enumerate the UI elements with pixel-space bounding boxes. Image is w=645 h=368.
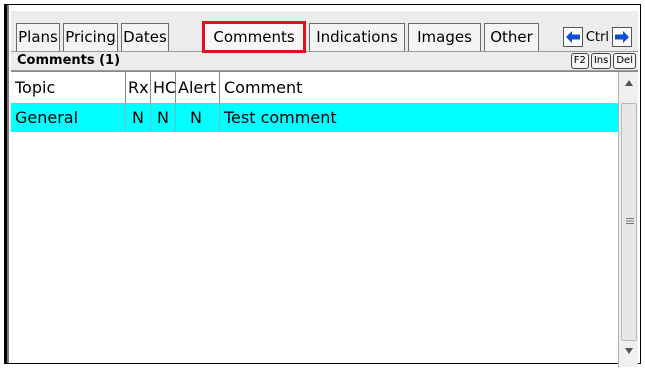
column-header-topic[interactable]: Topic — [11, 72, 126, 103]
ctrl-tab-navigation: Ctrl — [562, 25, 632, 49]
previous-tab-button[interactable] — [562, 27, 583, 47]
tab-images[interactable]: Images — [408, 23, 481, 51]
column-header-rx[interactable]: Rx — [126, 72, 151, 103]
cell-comment: Test comment — [224, 108, 337, 127]
insert-key[interactable]: Ins — [590, 53, 612, 69]
section-title: Comments (1) — [17, 53, 121, 68]
section-header: Comments (1) F2 Ins Del — [11, 51, 638, 71]
scroll-up-button[interactable] — [619, 76, 638, 95]
tab-dates[interactable]: Dates — [121, 23, 169, 51]
vertical-scrollbar[interactable] — [618, 72, 638, 367]
tab-dates-label: Dates — [123, 28, 167, 46]
tab-other-label: Other — [490, 28, 533, 46]
column-header-alert[interactable]: Alert — [176, 72, 220, 103]
tab-plans[interactable]: Plans — [16, 23, 60, 51]
left-arrow-icon — [565, 31, 580, 43]
tab-indications[interactable]: Indications — [309, 23, 405, 51]
tab-other[interactable]: Other — [484, 23, 539, 51]
scroll-up-icon — [624, 80, 633, 86]
scroll-grip-icon — [626, 218, 634, 224]
cell-hc: N — [151, 103, 176, 132]
comments-panel: Plans Pricing Dates Comments Indications… — [4, 4, 641, 367]
cell-topic: General — [11, 103, 126, 132]
tab-images-label: Images — [417, 28, 472, 46]
column-header-comment[interactable]: Comment — [220, 72, 618, 103]
shortcut-keys: F2 Ins Del — [570, 53, 636, 69]
tab-comments[interactable]: Comments — [202, 21, 306, 53]
comments-grid: Topic Rx HC Alert Comment General N N N … — [11, 71, 638, 367]
tab-indications-label: Indications — [316, 28, 398, 46]
next-tab-button[interactable] — [612, 27, 632, 47]
right-arrow-icon — [615, 31, 629, 43]
scroll-down-icon — [624, 348, 633, 354]
scrollbar-thumb[interactable] — [621, 103, 637, 341]
tab-comments-label: Comments — [213, 28, 295, 46]
tab-plans-label: Plans — [18, 28, 58, 46]
table-row[interactable]: General N N N Test comment — [11, 103, 618, 132]
tab-bar: Plans Pricing Dates Comments Indications… — [11, 11, 638, 53]
delete-key[interactable]: Del — [613, 53, 636, 69]
tab-pricing-label: Pricing — [65, 28, 116, 46]
column-header-hc[interactable]: HC — [151, 72, 176, 103]
f2-edit-key[interactable]: F2 — [570, 53, 589, 69]
cell-rx: N — [126, 103, 151, 132]
grid-header-row: Topic Rx HC Alert Comment — [11, 72, 618, 104]
scroll-down-button[interactable] — [619, 344, 638, 363]
tab-pricing[interactable]: Pricing — [63, 23, 118, 51]
cell-alert: N — [176, 103, 220, 132]
ctrl-label: Ctrl — [585, 29, 609, 45]
